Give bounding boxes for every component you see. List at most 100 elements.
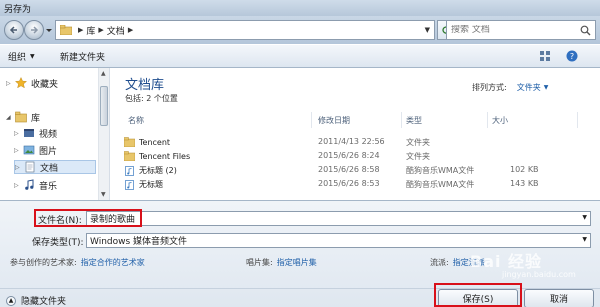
svg-text:?: ?	[570, 52, 574, 61]
sidebar-item-pictures[interactable]: ▷ 图片	[14, 143, 57, 157]
breadcrumb-libraries[interactable]: 库	[86, 24, 95, 37]
search-icon	[580, 25, 591, 36]
column-header-type[interactable]: 类型	[402, 112, 488, 128]
expand-icon[interactable]: ▷	[6, 80, 12, 87]
watermark: Bai 经验	[470, 252, 543, 271]
column-label: 类型	[406, 115, 422, 125]
chevron-down-icon[interactable]: ▼	[582, 236, 587, 243]
title-bar: 另存为	[0, 0, 600, 16]
file-type: 酷狗音乐WMA文件	[406, 166, 475, 175]
search-box[interactable]	[446, 20, 596, 40]
album-value[interactable]: 指定唱片集	[277, 258, 317, 267]
sidebar-item-label: 库	[31, 113, 41, 124]
sidebar-item-label: 收藏夹	[31, 79, 59, 90]
scrollbar-thumb[interactable]	[100, 86, 108, 126]
folder-icon	[124, 137, 135, 147]
help-button[interactable]: ?	[564, 49, 580, 63]
sidebar-item-documents[interactable]: ▷ 文档	[14, 160, 96, 174]
view-controls: ?	[538, 49, 580, 63]
collapse-icon[interactable]: ◢	[6, 114, 12, 121]
file-name: 无标题 (2)	[124, 165, 177, 176]
chevron-down-icon[interactable]: ▼	[582, 214, 587, 221]
artist-value[interactable]: 指定合作的艺术家	[81, 258, 145, 267]
history-dropdown-icon[interactable]	[45, 26, 53, 34]
audio-file-icon	[125, 165, 134, 176]
window-title: 另存为	[4, 5, 32, 15]
artist-field: 参与创作的艺术家: 指定合作的艺术家	[10, 257, 145, 268]
hide-folders-toggle[interactable]: ▲ 隐藏文件夹	[6, 294, 66, 307]
sidebar-scrollbar[interactable]: ▲ ▼	[98, 68, 109, 200]
expand-icon: ▷	[15, 163, 20, 171]
new-folder-label: 新建文件夹	[60, 53, 106, 63]
sidebar-item-label: 文档	[40, 163, 59, 174]
help-icon: ?	[566, 50, 578, 62]
file-modified: 2015/6/26 8:58	[318, 165, 380, 174]
column-header-size[interactable]: 大小	[488, 112, 578, 128]
list-item[interactable]: Tencent Files 2015/6/26 8:24 文件夹	[124, 151, 584, 164]
video-icon	[24, 129, 34, 137]
sidebar-item-libraries[interactable]: ◢ 库	[6, 110, 40, 124]
audio-file-icon	[125, 179, 134, 190]
chevron-right-icon[interactable]: ▶	[78, 26, 83, 34]
expand-icon: ▷	[14, 129, 19, 137]
column-label: 大小	[492, 115, 508, 125]
library-title: 文档库	[125, 78, 165, 93]
file-list-pane: 文档库 包括: 2 个位置 排列方式: 文件夹 ▼ 名称 修改日期 类型 大小 …	[110, 68, 600, 200]
sidebar-item-label: 音乐	[39, 181, 58, 192]
sidebar-item-favorites[interactable]: ▷ 收藏夹	[6, 76, 58, 90]
column-header-name[interactable]: 名称	[124, 112, 312, 128]
arrange-value[interactable]: 文件夹	[517, 82, 541, 93]
column-header-modified[interactable]: 修改日期	[314, 112, 402, 128]
expand-icon: ▷	[14, 146, 19, 154]
organize-button[interactable]: 组织 ▼	[8, 50, 35, 63]
breadcrumb: ▶ 库 ▶ 文档 ▶	[72, 24, 136, 37]
file-name-text: Tencent Files	[139, 151, 191, 161]
library-includes[interactable]: 包括: 2 个位置	[125, 93, 178, 104]
list-item[interactable]: Tencent 2011/4/13 22:56 文件夹	[124, 137, 584, 150]
music-icon	[25, 179, 34, 190]
file-size: 143 KB	[510, 179, 539, 188]
sidebar-item-videos[interactable]: ▷ 视频	[14, 126, 57, 140]
chevron-right-icon[interactable]: ▶	[128, 26, 133, 34]
sidebar-item-music[interactable]: ▷ 音乐	[14, 178, 57, 192]
chevron-up-icon: ▲	[6, 295, 16, 306]
address-row: ▶ 库 ▶ 文档 ▶ ▼	[0, 16, 600, 44]
navigation-pane: ▷ 收藏夹 ◢ 库 ▷ 视频 ▷ 图片 ▷ 文档 ▷ 音乐 ▲ ▼	[0, 68, 110, 200]
file-modified: 2015/6/26 8:53	[318, 179, 380, 188]
new-folder-button[interactable]: 新建文件夹	[60, 50, 105, 63]
folder-icon	[124, 151, 135, 161]
save-type-label: 保存类型(T):	[32, 238, 84, 248]
column-label: 名称	[128, 115, 144, 125]
expand-icon: ▷	[14, 181, 19, 189]
file-modified: 2015/6/26 8:24	[318, 151, 380, 160]
scroll-up-icon[interactable]: ▲	[101, 70, 106, 77]
picture-icon	[23, 145, 35, 155]
back-button[interactable]	[4, 20, 24, 40]
search-input[interactable]	[451, 25, 571, 35]
breadcrumb-documents[interactable]: 文档	[107, 24, 125, 37]
file-size: 102 KB	[510, 165, 539, 174]
chevron-down-icon[interactable]: ▼	[544, 84, 549, 91]
organize-label: 组织	[8, 53, 27, 63]
watermark-url: jingyan.baidu.com	[502, 270, 576, 279]
list-item[interactable]: 无标题 2015/6/26 8:53 酷狗音乐WMA文件 143 KB	[124, 179, 584, 192]
cancel-button-label: 取消	[549, 295, 568, 305]
album-field: 唱片集: 指定唱片集	[246, 257, 317, 268]
file-modified: 2011/4/13 22:56	[318, 137, 385, 146]
address-bar[interactable]: ▶ 库 ▶ 文档 ▶ ▼	[55, 20, 435, 40]
cancel-button[interactable]: 取消	[524, 289, 594, 307]
view-options-icon	[540, 51, 550, 61]
file-type: 文件夹	[406, 152, 430, 161]
artist-label: 参与创作的艺术家:	[10, 258, 77, 267]
star-icon	[15, 77, 27, 89]
scroll-down-icon[interactable]: ▼	[101, 191, 106, 198]
address-dropdown-icon[interactable]: ▼	[425, 26, 430, 34]
filename-field[interactable]: 录制的歌曲 ▼	[86, 211, 591, 226]
forward-button[interactable]	[24, 20, 44, 40]
save-type-select[interactable]: Windows 媒体音频文件 ▼	[86, 233, 591, 248]
list-item[interactable]: 无标题 (2) 2015/6/26 8:58 酷狗音乐WMA文件 102 KB	[124, 165, 584, 178]
chevron-right-icon[interactable]: ▶	[98, 26, 103, 34]
arrange-label: 排列方式:	[472, 83, 507, 92]
view-button[interactable]	[538, 49, 554, 63]
sidebar-item-label: 图片	[39, 146, 58, 157]
